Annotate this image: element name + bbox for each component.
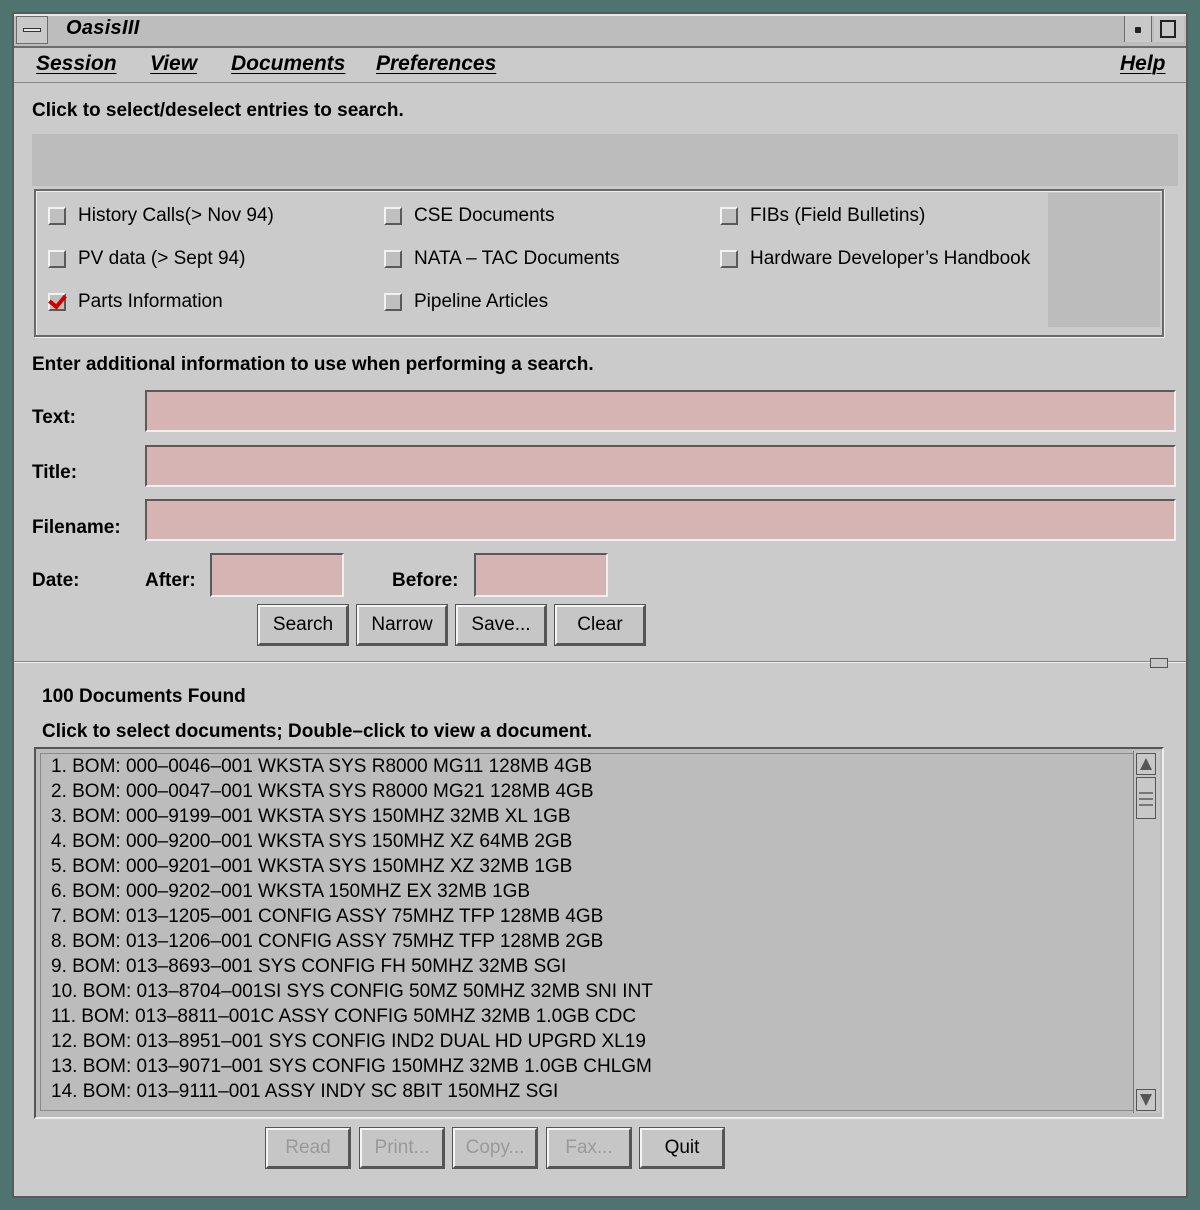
entry-pv-data[interactable]: PV data (> Sept 94) <box>48 248 245 270</box>
title-label: Title: <box>32 462 78 483</box>
minimize-button[interactable] <box>1124 16 1152 42</box>
list-item[interactable]: 2. BOM: 000–0047–001 WKSTA SYS R8000 MG2… <box>41 779 1133 804</box>
quit-button[interactable]: Quit <box>640 1128 724 1168</box>
entry-hardware-handbook[interactable]: Hardware Developer’s Handbook <box>720 248 1030 270</box>
pane-separator <box>14 661 1186 663</box>
text-input[interactable] <box>145 390 1176 432</box>
scroll-down-button[interactable] <box>1136 1089 1156 1111</box>
results-list-frame: 1. BOM: 000–0046–001 WKSTA SYS R8000 MG1… <box>34 747 1164 1119</box>
entry-label: Hardware Developer’s Handbook <box>750 248 1031 269</box>
menu-bar: Session View Documents Preferences Help <box>14 48 1186 83</box>
list-item[interactable]: 12. BOM: 013–8951–001 SYS CONFIG IND2 DU… <box>41 1029 1133 1054</box>
scroll-thumb[interactable] <box>1136 777 1156 819</box>
print-button[interactable]: Print... <box>360 1128 444 1168</box>
main-window: OasisIII Session View Documents Preferen… <box>12 12 1188 1198</box>
arrow-down-icon <box>1140 1094 1152 1106</box>
header-band <box>32 134 1178 186</box>
entry-label: NATA – TAC Documents <box>414 248 620 269</box>
entry-label: FIBs (Field Bulletins) <box>750 205 926 226</box>
pane-sash-handle[interactable] <box>1150 658 1168 668</box>
entry-nata-tac[interactable]: NATA – TAC Documents <box>384 248 620 270</box>
title-bar[interactable]: OasisIII <box>14 14 1186 48</box>
entry-label: History Calls(> Nov 94) <box>78 205 274 226</box>
after-date-input[interactable] <box>210 553 344 597</box>
list-item[interactable]: 10. BOM: 013–8704–001SI SYS CONFIG 50MZ … <box>41 979 1133 1004</box>
entry-label: CSE Documents <box>414 205 555 226</box>
save-button[interactable]: Save... <box>456 605 546 645</box>
entry-label: PV data (> Sept 94) <box>78 248 246 269</box>
before-date-input[interactable] <box>474 553 608 597</box>
before-label: Before: <box>392 570 459 591</box>
entry-pipeline-articles[interactable]: Pipeline Articles <box>384 291 548 313</box>
fax-button[interactable]: Fax... <box>547 1128 631 1168</box>
results-list[interactable]: 1. BOM: 000–0046–001 WKSTA SYS R8000 MG1… <box>40 753 1134 1111</box>
maximize-button[interactable] <box>1154 16 1184 42</box>
filename-label: Filename: <box>32 517 121 538</box>
maximize-icon <box>1160 20 1176 38</box>
list-item[interactable]: 8. BOM: 013–1206–001 CONFIG ASSY 75MHZ T… <box>41 929 1133 954</box>
checkbox[interactable] <box>720 207 738 225</box>
entries-frame: History Calls(> Nov 94) CSE Documents FI… <box>34 189 1164 337</box>
checkbox[interactable] <box>384 207 402 225</box>
text-label: Text: <box>32 407 76 428</box>
list-item[interactable]: 9. BOM: 013–8693–001 SYS CONFIG FH 50MHZ… <box>41 954 1133 979</box>
read-button[interactable]: Read <box>266 1128 350 1168</box>
clear-button[interactable]: Clear <box>555 605 645 645</box>
menu-session[interactable]: Session <box>36 52 117 76</box>
entry-label: Parts Information <box>78 291 223 312</box>
results-instruction: Click to select documents; Double–click … <box>42 721 593 742</box>
results-scrollbar[interactable] <box>1133 751 1160 1113</box>
window-menu-icon <box>23 28 41 32</box>
list-item[interactable]: 5. BOM: 000–9201–001 WKSTA SYS 150MHZ XZ… <box>41 854 1133 879</box>
checkbox[interactable] <box>384 293 402 311</box>
list-item[interactable]: 4. BOM: 000–9200–001 WKSTA SYS 150MHZ XZ… <box>41 829 1133 854</box>
entry-fibs[interactable]: FIBs (Field Bulletins) <box>720 205 925 227</box>
checkbox[interactable] <box>720 250 738 268</box>
checkbox[interactable] <box>48 207 66 225</box>
narrow-button[interactable]: Narrow <box>357 605 447 645</box>
entries-empty-area <box>1048 193 1160 327</box>
list-item[interactable]: 1. BOM: 000–0046–001 WKSTA SYS R8000 MG1… <box>41 754 1133 779</box>
additional-instruction: Enter additional information to use when… <box>32 354 594 375</box>
entry-label: Pipeline Articles <box>414 291 549 312</box>
menu-view[interactable]: View <box>150 52 197 76</box>
minimize-icon <box>1135 27 1141 33</box>
entries-list: History Calls(> Nov 94) CSE Documents FI… <box>38 193 1048 327</box>
menu-preferences[interactable]: Preferences <box>376 52 496 76</box>
results-count: 100 Documents Found <box>42 686 246 707</box>
window-menu-button[interactable] <box>16 16 48 44</box>
list-item[interactable]: 11. BOM: 013–8811–001C ASSY CONFIG 50MHZ… <box>41 1004 1133 1029</box>
entry-cse-documents[interactable]: CSE Documents <box>384 205 554 227</box>
checkbox-checked[interactable] <box>48 293 66 311</box>
window-title: OasisIII <box>66 17 140 39</box>
copy-button[interactable]: Copy... <box>453 1128 537 1168</box>
after-label: After: <box>145 570 196 591</box>
filename-input[interactable] <box>145 499 1176 541</box>
menu-help[interactable]: Help <box>1120 52 1166 76</box>
list-item[interactable]: 3. BOM: 000–9199–001 WKSTA SYS 150MHZ 32… <box>41 804 1133 829</box>
date-label: Date: <box>32 570 80 591</box>
checkbox[interactable] <box>48 250 66 268</box>
list-item[interactable]: 14. BOM: 013–9111–001 ASSY INDY SC 8BIT … <box>41 1079 1133 1104</box>
menu-documents[interactable]: Documents <box>231 52 345 76</box>
list-item[interactable]: 6. BOM: 000–9202–001 WKSTA 150MHZ EX 32M… <box>41 879 1133 904</box>
scroll-up-button[interactable] <box>1136 753 1156 775</box>
entry-history-calls[interactable]: History Calls(> Nov 94) <box>48 205 274 227</box>
checkbox[interactable] <box>384 250 402 268</box>
search-button[interactable]: Search <box>258 605 348 645</box>
list-item[interactable]: 13. BOM: 013–9071–001 SYS CONFIG 150MHZ … <box>41 1054 1133 1079</box>
select-instruction: Click to select/deselect entries to sear… <box>32 100 404 121</box>
title-input[interactable] <box>145 445 1176 487</box>
list-item[interactable]: 7. BOM: 013–1205–001 CONFIG ASSY 75MHZ T… <box>41 904 1133 929</box>
arrow-up-icon <box>1140 758 1152 770</box>
entry-parts-information[interactable]: Parts Information <box>48 291 223 313</box>
